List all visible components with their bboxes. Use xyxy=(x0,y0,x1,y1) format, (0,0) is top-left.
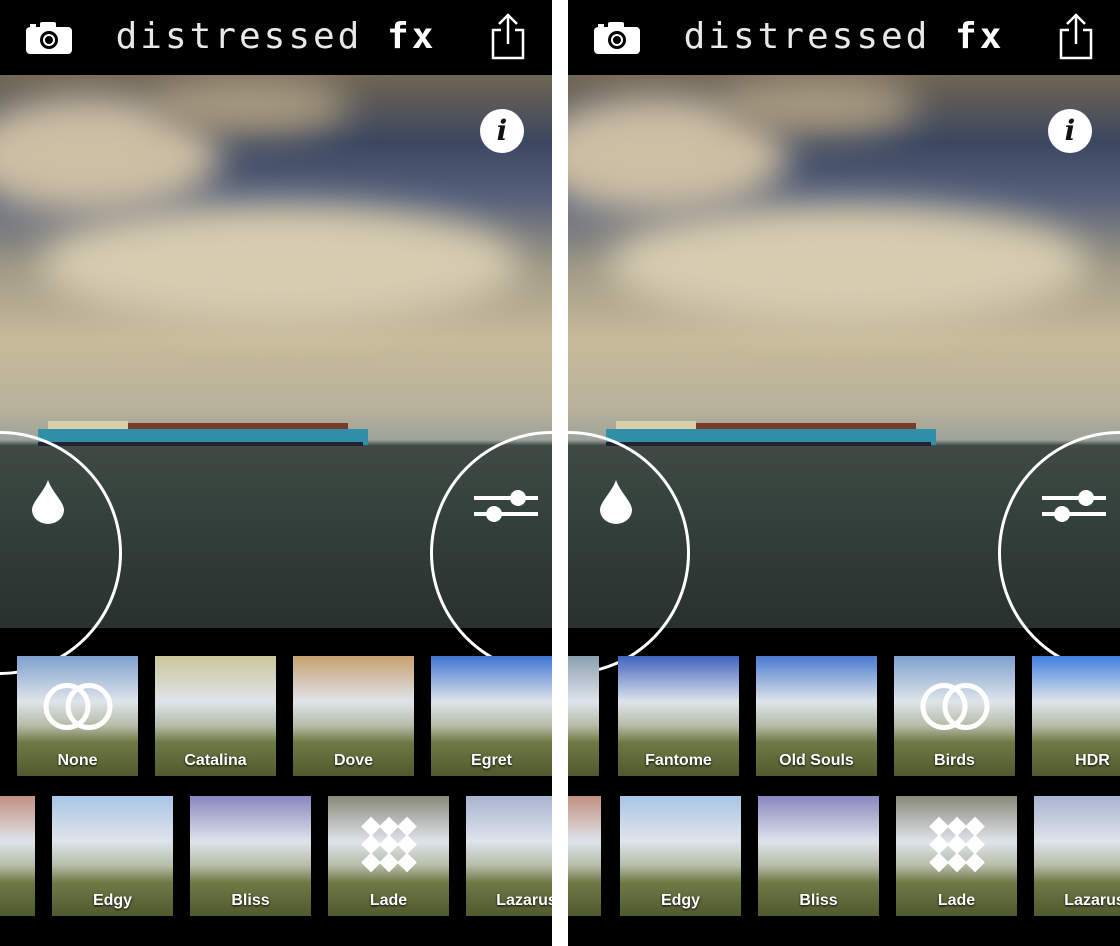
filter-label: Edgy xyxy=(660,892,701,909)
filter-label: HDR xyxy=(1075,752,1110,769)
rings-icon xyxy=(43,681,113,736)
filter-thumb[interactable]: Edgy xyxy=(620,796,741,916)
filter-label: Birds xyxy=(934,752,975,769)
drop-icon[interactable] xyxy=(32,480,64,524)
sliders-icon[interactable] xyxy=(1042,487,1106,523)
filter-thumb[interactable]: Lazarus xyxy=(1034,796,1120,916)
filter-thumb[interactable]: Dove xyxy=(293,656,414,776)
filter-thumb[interactable]: None xyxy=(17,656,138,776)
filter-label: Dove xyxy=(333,752,374,769)
share-icon[interactable] xyxy=(1058,12,1094,60)
filter-label: Lade xyxy=(369,892,408,909)
filter-thumb[interactable]: Catalina xyxy=(155,656,276,776)
filter-label: Bliss xyxy=(231,892,270,909)
filter-label: Catalina xyxy=(184,752,247,769)
ship-image xyxy=(38,421,368,446)
filter-thumb[interactable]: Egret xyxy=(431,656,552,776)
filter-label: Lazarus xyxy=(496,892,552,909)
filter-label: Egret xyxy=(471,752,512,769)
filter-thumb[interactable] xyxy=(568,796,601,916)
filter-label: None xyxy=(57,752,98,769)
sliders-icon[interactable] xyxy=(474,487,538,523)
header: distressed fx xyxy=(0,0,552,75)
header: distressed fx xyxy=(568,0,1120,75)
filter-thumb[interactable]: Lazarus xyxy=(466,796,552,916)
filter-thumb[interactable] xyxy=(0,796,35,916)
share-icon[interactable] xyxy=(490,12,526,60)
drop-icon[interactable] xyxy=(600,480,632,524)
app-title: distressed fx xyxy=(115,16,437,57)
diamonds-icon xyxy=(927,816,987,881)
filter-label: Lazarus xyxy=(1064,892,1120,909)
rings-icon xyxy=(920,681,990,736)
filter-thumb[interactable]: Birds xyxy=(894,656,1015,776)
info-button[interactable]: i xyxy=(480,109,524,153)
filter-thumb[interactable] xyxy=(568,656,599,776)
info-button[interactable]: i xyxy=(1048,109,1092,153)
filter-thumb[interactable]: Bliss xyxy=(758,796,879,916)
filter-thumb[interactable]: Fantome xyxy=(618,656,739,776)
app-title: distressed fx xyxy=(683,16,1005,57)
filter-label: Edgy xyxy=(92,892,133,909)
ship-image xyxy=(606,421,936,446)
filter-label: Old Souls xyxy=(779,752,854,769)
filter-thumb[interactable]: Lade xyxy=(328,796,449,916)
diamonds-icon xyxy=(359,816,419,881)
filter-label: Lade xyxy=(937,892,976,909)
filter-thumb[interactable]: Old Souls xyxy=(756,656,877,776)
filter-thumb[interactable]: Edgy xyxy=(52,796,173,916)
filter-label: Fantome xyxy=(645,752,712,769)
filter-thumb[interactable]: Lade xyxy=(896,796,1017,916)
filter-thumb[interactable]: Bliss xyxy=(190,796,311,916)
filter-thumb[interactable]: HDR xyxy=(1032,656,1120,776)
filter-label: Bliss xyxy=(799,892,838,909)
screen-after: distressed fx i Fantome Old Souls Birds HDR… xyxy=(568,0,1120,946)
screen-before: distressed fx i None Catalina Dove Egret Edg… xyxy=(0,0,552,946)
